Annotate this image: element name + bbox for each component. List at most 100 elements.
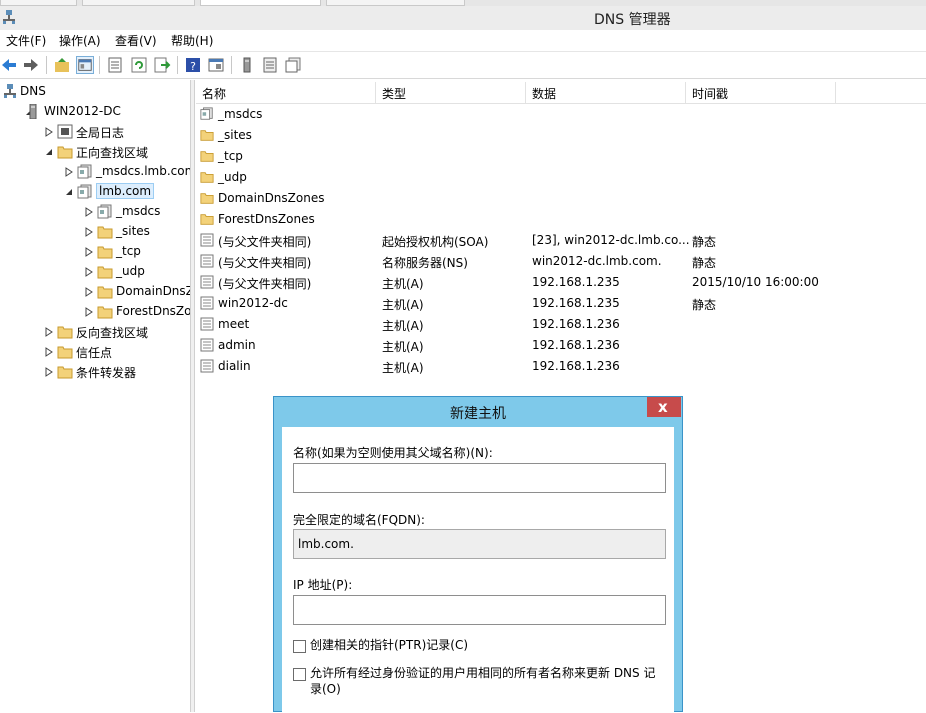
- tree-item-label: 条件转发器: [76, 366, 137, 380]
- list-icon[interactable]: [261, 56, 279, 74]
- tree-item[interactable]: 全局日志: [0, 122, 190, 142]
- list-header: 名称 类型 数据 时间戳: [196, 82, 926, 104]
- tree-item-label: DomainDnsZones: [116, 284, 190, 298]
- cell-name: (与父文件夹相同): [218, 256, 312, 270]
- table-row[interactable]: admin 主机(A) 192.168.1.236: [196, 335, 926, 356]
- tree-item[interactable]: DomainDnsZones: [0, 282, 190, 302]
- tree-item-label: DNS: [20, 84, 46, 98]
- tree-item[interactable]: _sites: [0, 222, 190, 242]
- expand-arrow-icon[interactable]: [85, 267, 93, 277]
- table-row[interactable]: ForestDnsZones: [196, 209, 926, 230]
- tree-item[interactable]: 信任点: [0, 342, 190, 362]
- window-title: DNS 管理器: [594, 12, 671, 28]
- cell-name: win2012-dc: [218, 296, 288, 310]
- cell-timestamp: 静态: [692, 298, 717, 312]
- cell-name: meet: [218, 317, 250, 331]
- expand-arrow-icon[interactable]: [45, 327, 53, 337]
- collapse-arrow-icon[interactable]: [45, 147, 53, 157]
- fqdn-label: 完全限定的域名(FQDN):: [293, 513, 425, 527]
- table-row[interactable]: dialin 主机(A) 192.168.1.236: [196, 356, 926, 377]
- cell-data: [23], win2012-dc.lmb.co...: [532, 233, 690, 247]
- table-row[interactable]: _tcp: [196, 146, 926, 167]
- tree-item[interactable]: _msdcs: [0, 202, 190, 222]
- tree-item-label: 信任点: [76, 346, 113, 360]
- column-header-data[interactable]: 数据: [526, 82, 686, 104]
- menu-file[interactable]: 文件(F): [6, 32, 46, 49]
- help-icon[interactable]: ?: [184, 56, 202, 74]
- folder-icon: [97, 224, 113, 239]
- table-row[interactable]: _msdcs: [196, 104, 926, 125]
- svg-text:?: ?: [190, 60, 196, 73]
- menu-view[interactable]: 查看(V): [115, 32, 157, 49]
- folder-icon: [97, 264, 113, 279]
- table-row[interactable]: win2012-dc 主机(A) 192.168.1.235 静态: [196, 293, 926, 314]
- cell-name: _sites: [218, 128, 252, 142]
- server-icon[interactable]: [238, 56, 256, 74]
- tree-item[interactable]: _msdcs.lmb.com: [0, 162, 190, 182]
- column-header-name[interactable]: 名称: [196, 82, 376, 104]
- expand-arrow-icon[interactable]: [85, 307, 93, 317]
- tree-item[interactable]: WIN2012-DC: [0, 102, 190, 122]
- tree-item[interactable]: 正向查找区域: [0, 142, 190, 162]
- expand-arrow-icon[interactable]: [65, 167, 73, 177]
- expand-arrow-icon[interactable]: [85, 287, 93, 297]
- table-row[interactable]: (与父文件夹相同) 主机(A) 192.168.1.235 2015/10/10 16…: [196, 272, 926, 293]
- properties-icon[interactable]: [106, 56, 124, 74]
- tree-item[interactable]: ForestDnsZones: [0, 302, 190, 322]
- export-icon[interactable]: [153, 56, 171, 74]
- record-icon: [200, 254, 214, 268]
- cell-name: _msdcs: [218, 107, 263, 121]
- record-icon: [200, 317, 214, 331]
- tree-item[interactable]: 条件转发器: [0, 362, 190, 382]
- column-header-type[interactable]: 类型: [376, 82, 526, 104]
- tree-item-label: _udp: [116, 264, 145, 278]
- expand-arrow-icon[interactable]: [45, 367, 53, 377]
- tree-item-label: lmb.com: [96, 183, 155, 199]
- cell-type: 主机(A): [382, 361, 424, 375]
- expand-arrow-icon[interactable]: [85, 227, 93, 237]
- tree-item[interactable]: 反向查找区域: [0, 322, 190, 342]
- up-folder-icon[interactable]: [53, 56, 71, 74]
- cell-data: 192.168.1.235: [532, 296, 620, 310]
- expand-arrow-icon[interactable]: [45, 127, 53, 137]
- title-bar: DNS 管理器: [0, 6, 926, 30]
- ip-address-input[interactable]: [293, 595, 666, 625]
- records-icon[interactable]: [284, 56, 302, 74]
- column-header-timestamp[interactable]: 时间戳: [686, 82, 836, 104]
- menu-help[interactable]: 帮助(H): [171, 32, 213, 49]
- tree-item[interactable]: _udp: [0, 262, 190, 282]
- zone-icon: [200, 107, 214, 121]
- cell-name: ForestDnsZones: [218, 212, 315, 226]
- tree-item[interactable]: DNS: [0, 82, 190, 102]
- expand-arrow-icon[interactable]: [85, 207, 93, 217]
- record-icon: [200, 338, 214, 352]
- show-tree-icon[interactable]: [76, 56, 94, 74]
- expand-arrow-icon[interactable]: [45, 347, 53, 357]
- dialog-close-button[interactable]: x: [647, 397, 681, 417]
- allow-update-checkbox-label[interactable]: 允许所有经过身份验证的用户用相同的所有者名称来更新 DNS 记录(O): [310, 665, 665, 697]
- cell-name: _udp: [218, 170, 247, 184]
- cell-type: 起始授权机构(SOA): [382, 235, 489, 249]
- console-icon[interactable]: [207, 56, 225, 74]
- table-row[interactable]: meet 主机(A) 192.168.1.236: [196, 314, 926, 335]
- table-row[interactable]: (与父文件夹相同) 起始授权机构(SOA) [23], win2012-dc.lmb…: [196, 230, 926, 251]
- allow-update-checkbox[interactable]: [293, 668, 306, 681]
- table-row[interactable]: _sites: [196, 125, 926, 146]
- ptr-checkbox-label[interactable]: 创建相关的指针(PTR)记录(C): [310, 637, 665, 653]
- cell-type: 主机(A): [382, 298, 424, 312]
- tree-item[interactable]: lmb.com: [0, 182, 190, 202]
- forward-icon[interactable]: [22, 56, 40, 74]
- table-row[interactable]: (与父文件夹相同) 名称服务器(NS) win2012-dc.lmb.com. 静态: [196, 251, 926, 272]
- menu-action[interactable]: 操作(A): [59, 32, 101, 49]
- refresh-icon[interactable]: [130, 56, 148, 74]
- pane-splitter[interactable]: [191, 80, 195, 712]
- tree-item[interactable]: _tcp: [0, 242, 190, 262]
- ptr-checkbox[interactable]: [293, 640, 306, 653]
- expand-arrow-icon[interactable]: [85, 247, 93, 257]
- back-icon[interactable]: [0, 56, 18, 74]
- table-row[interactable]: _udp: [196, 167, 926, 188]
- table-row[interactable]: DomainDnsZones: [196, 188, 926, 209]
- collapse-arrow-icon[interactable]: [65, 187, 73, 197]
- name-input[interactable]: [293, 463, 666, 493]
- folder-icon: [200, 191, 214, 205]
